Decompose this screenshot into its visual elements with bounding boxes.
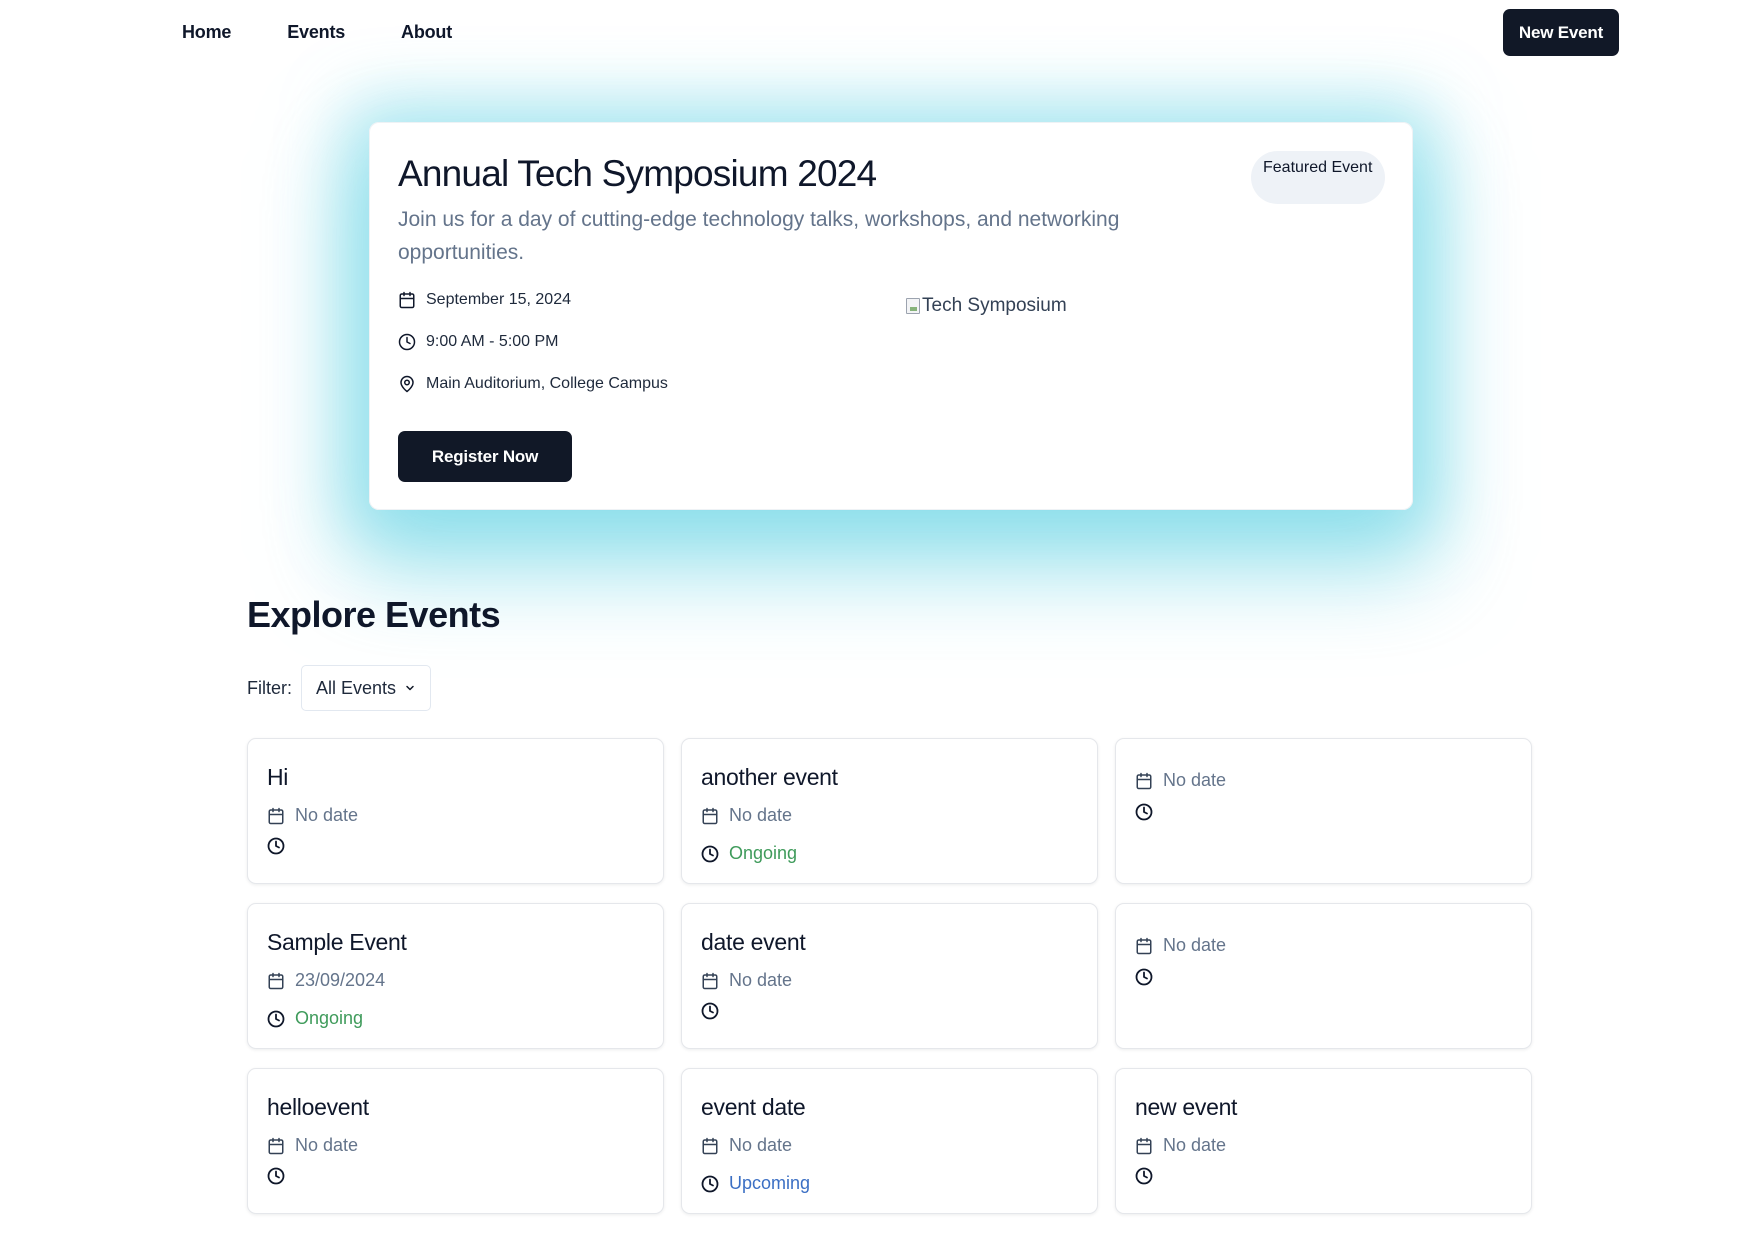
event-card[interactable]: Sample Event 23/09/2024 Ongoing xyxy=(247,903,664,1049)
event-card-date-text: No date xyxy=(729,805,793,825)
nav-links: Home Events About xyxy=(182,22,508,43)
featured-event-location: Main Auditorium, College Campus xyxy=(398,375,668,393)
clock-icon xyxy=(267,837,285,855)
event-card-date: No date xyxy=(701,805,792,826)
featured-event-title: Annual Tech Symposium 2024 xyxy=(398,153,877,194)
event-card-date-text: 23/09/2024 xyxy=(295,970,386,990)
event-card[interactable]: new event No date xyxy=(1115,1068,1532,1214)
event-card-status xyxy=(701,1002,729,1020)
featured-event-location-text: Main Auditorium, College Campus xyxy=(426,375,668,392)
calendar-icon xyxy=(1136,937,1152,954)
register-now-button[interactable]: Register Now xyxy=(398,431,572,482)
event-card[interactable]: event date No date Upcoming xyxy=(681,1068,1098,1214)
event-card-status xyxy=(1135,803,1163,821)
featured-event-image: Tech Symposium xyxy=(906,295,1067,317)
event-card-title: date event xyxy=(701,929,806,955)
explore-events-heading: Explore Events xyxy=(247,594,501,635)
featured-event-time-text: 9:00 AM - 5:00 PM xyxy=(426,333,559,350)
calendar-icon xyxy=(702,972,718,989)
event-card-status-text: Upcoming xyxy=(729,1173,811,1193)
event-card-status xyxy=(1135,1167,1163,1185)
clock-icon xyxy=(701,1175,719,1192)
filter-label: Filter: xyxy=(247,678,292,698)
filter-select-value: All Events xyxy=(316,677,397,698)
event-card-status: Ongoing xyxy=(701,843,797,864)
featured-event-image-alt: Tech Symposium xyxy=(922,295,1067,316)
event-card-date: No date xyxy=(1135,1135,1226,1156)
clock-icon xyxy=(398,333,416,351)
event-card-date-text: No date xyxy=(1163,770,1227,790)
event-card[interactable]: another event No date Ongoing xyxy=(681,738,1098,884)
calendar-icon xyxy=(268,972,284,989)
event-card-status xyxy=(1135,968,1163,986)
event-card-date: 23/09/2024 xyxy=(267,970,385,991)
event-card-date-text: No date xyxy=(1163,935,1227,955)
event-card-date-text: No date xyxy=(729,1135,793,1155)
calendar-icon xyxy=(399,291,415,309)
clock-icon xyxy=(1135,803,1153,821)
featured-event-time: 9:00 AM - 5:00 PM xyxy=(398,333,559,351)
clock-icon xyxy=(701,1002,719,1020)
event-card-date: No date xyxy=(701,1135,792,1156)
calendar-icon xyxy=(702,807,718,824)
event-card-date: No date xyxy=(267,1135,358,1156)
event-card-title: helloevent xyxy=(267,1094,369,1120)
calendar-icon xyxy=(1136,772,1152,789)
event-card[interactable]: Hi No date xyxy=(247,738,664,884)
calendar-icon xyxy=(702,1137,718,1154)
event-card[interactable]: No date xyxy=(1115,738,1532,884)
clock-icon xyxy=(701,845,719,862)
event-card-date: No date xyxy=(1135,770,1226,791)
event-card-status: Upcoming xyxy=(701,1173,810,1194)
clock-icon xyxy=(267,1010,285,1027)
event-card-date-text: No date xyxy=(1163,1135,1227,1155)
event-card-date: No date xyxy=(1135,935,1226,956)
nav-link-about[interactable]: About xyxy=(401,22,452,43)
event-card-status: Ongoing xyxy=(267,1008,363,1029)
event-card-status xyxy=(267,1167,295,1185)
event-card-title: another event xyxy=(701,764,838,790)
clock-icon xyxy=(267,1167,285,1185)
featured-event-date: September 15, 2024 xyxy=(398,291,571,309)
featured-event-date-text: September 15, 2024 xyxy=(426,291,571,308)
event-card-date: No date xyxy=(267,805,358,826)
featured-badge: Featured Event xyxy=(1251,151,1385,204)
event-card-title: new event xyxy=(1135,1094,1238,1120)
event-card-status xyxy=(267,837,295,855)
event-card-status-text: Ongoing xyxy=(295,1008,364,1028)
event-card-date-text: No date xyxy=(729,970,793,990)
event-card-title: event date xyxy=(701,1094,806,1120)
nav-link-events[interactable]: Events xyxy=(287,22,345,43)
chevron-down-icon xyxy=(406,685,414,691)
broken-image-icon xyxy=(906,298,920,314)
new-event-button[interactable]: New Event xyxy=(1503,9,1619,56)
calendar-icon xyxy=(268,807,284,824)
event-card[interactable]: date event No date xyxy=(681,903,1098,1049)
event-card-date: No date xyxy=(701,970,792,991)
event-card-date-text: No date xyxy=(295,1135,359,1155)
top-nav: Home Events About New Event xyxy=(0,0,1755,70)
event-card[interactable]: helloevent No date xyxy=(247,1068,664,1214)
clock-icon xyxy=(1135,968,1153,986)
page: Home Events About New Event Annual Tech … xyxy=(0,0,1755,1238)
event-card-title: Hi xyxy=(267,764,289,790)
featured-event-card: Annual Tech Symposium 2024 Join us for a… xyxy=(369,122,1413,510)
filter-select[interactable]: All Events xyxy=(301,665,431,711)
featured-event-description: Join us for a day of cutting-edge techno… xyxy=(398,208,1120,264)
event-card-date-text: No date xyxy=(295,805,359,825)
event-card[interactable]: No date xyxy=(1115,903,1532,1049)
clock-icon xyxy=(1135,1167,1153,1185)
calendar-icon xyxy=(1136,1137,1152,1154)
map-pin-icon xyxy=(400,375,414,393)
event-card-status-text: Ongoing xyxy=(729,843,798,863)
nav-link-home[interactable]: Home xyxy=(182,22,231,43)
event-card-title: Sample Event xyxy=(267,929,407,955)
calendar-icon xyxy=(268,1137,284,1154)
